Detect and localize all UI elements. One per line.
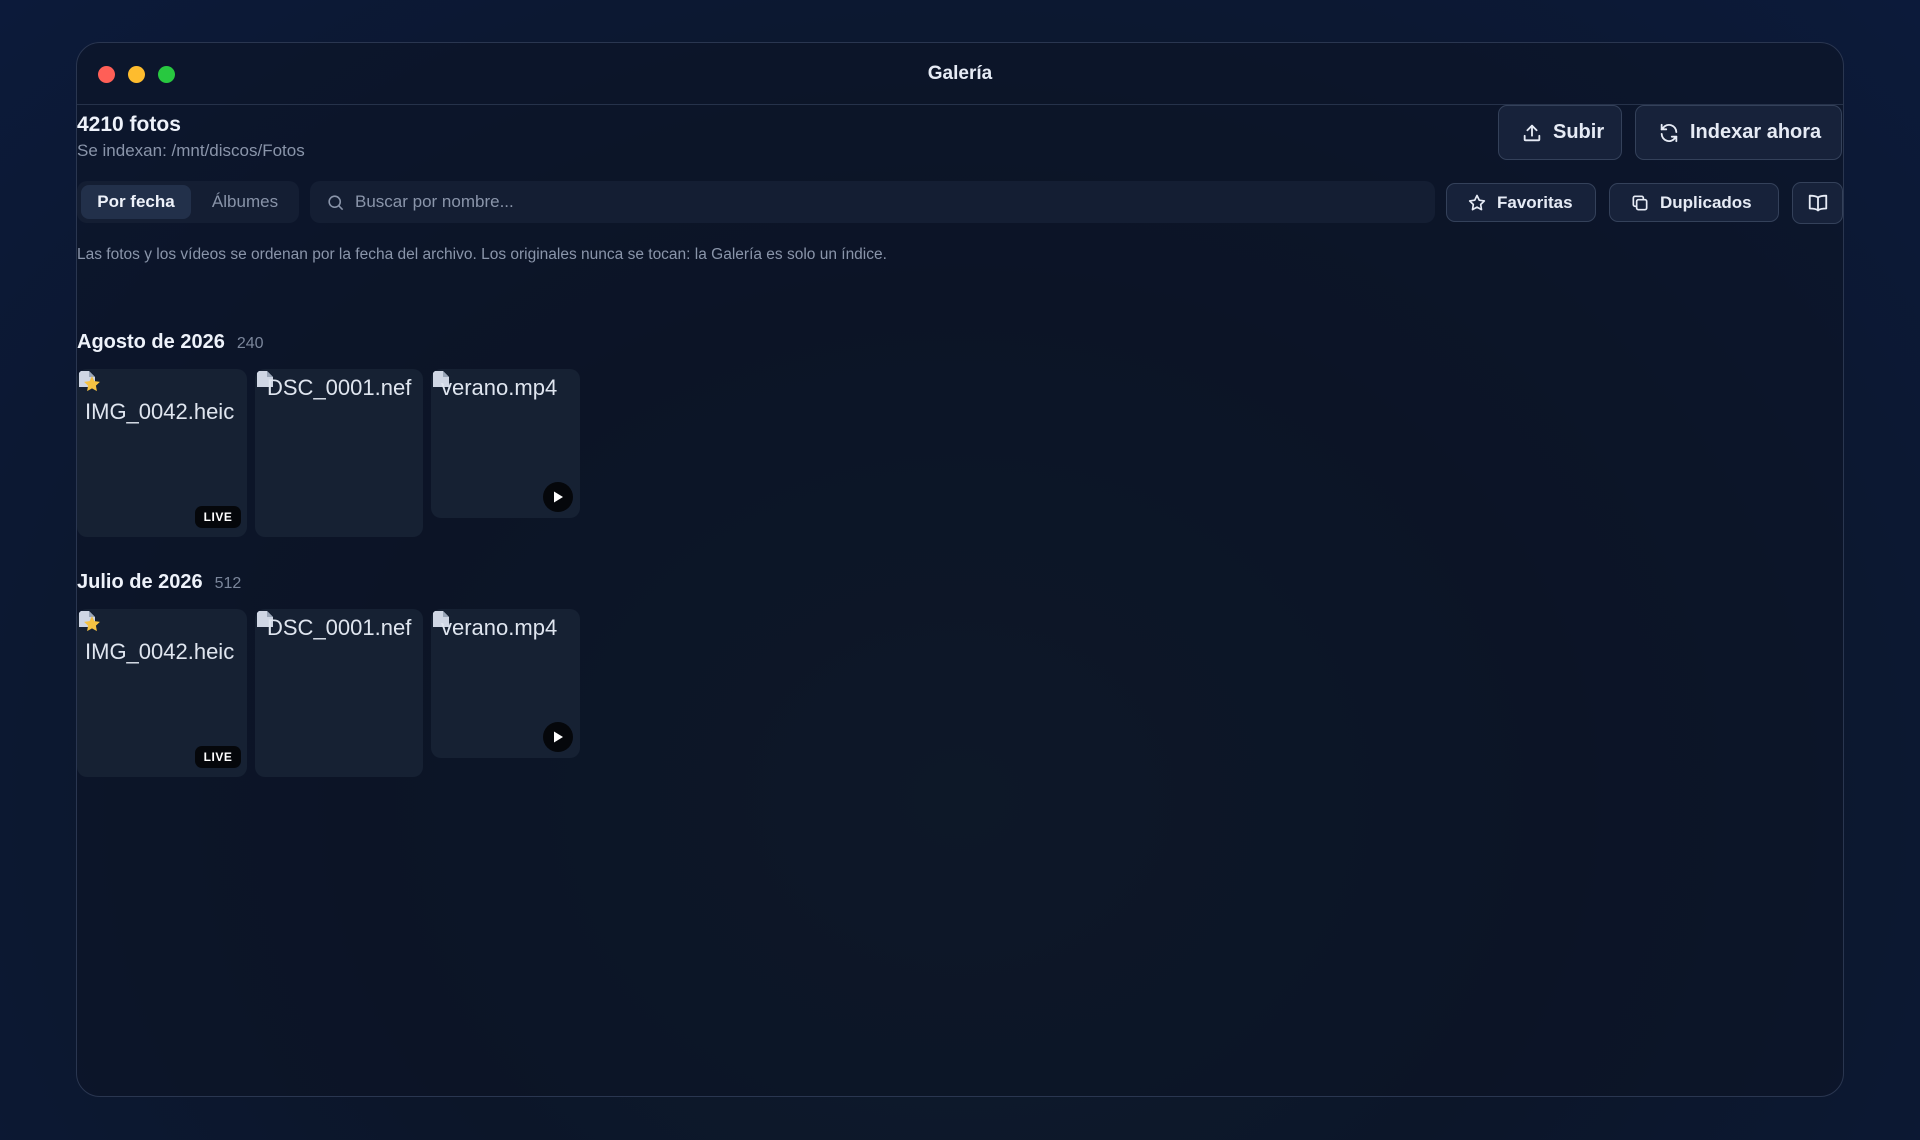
live-badge: LIVE [195,506,241,528]
ordering-notice: Las fotos y los vídeos se ordenan por la… [77,246,887,263]
photo-thumbnail[interactable]: IMG_0042.heic LIVE [77,369,247,537]
favorite-star-icon [84,616,100,632]
upload-icon [1523,124,1541,141]
play-icon [554,731,563,743]
thumbnail-filename: IMG_0042.heic [85,399,235,424]
video-thumbnail[interactable]: verano.mp4 [431,609,580,758]
play-badge [543,482,573,512]
video-thumbnail[interactable]: verano.mp4 [431,369,580,518]
favorites-label: Favoritas [1497,192,1573,212]
view-toggle-button[interactable] [1792,182,1843,224]
index-now-label: Indexar ahora [1690,121,1822,143]
star-icon [1468,194,1486,210]
section-count: 512 [214,575,242,592]
duplicates-label: Duplicados [1660,192,1752,212]
thumbnail-filename: verano.mp4 [441,615,558,640]
live-badge: LIVE [195,746,241,768]
thumbnail-filename: verano.mp4 [441,375,558,400]
thumbnail-filename: DSC_0001.nef [267,615,412,640]
favorites-button[interactable]: Favoritas [1446,183,1596,222]
photo-count-title: 4210 fotos [77,113,181,136]
photo-thumbnail[interactable]: DSC_0001.nef [255,369,423,537]
favorite-star-icon [84,376,100,392]
section-title: Julio de 2026 512 [77,571,241,594]
section-count: 240 [236,335,264,352]
section-title-text: Agosto de 2026 [77,331,225,353]
refresh-icon [1660,123,1678,142]
upload-button[interactable]: Subir [1498,105,1622,160]
thumbnail-filename: DSC_0001.nef [267,375,412,400]
index-path: Se indexan: /mnt/discos/Fotos [77,141,305,160]
copy-icon [1632,195,1648,210]
upload-label: Subir [1553,121,1605,143]
search-icon [328,194,344,210]
photo-thumbnail[interactable]: DSC_0001.nef [255,609,423,777]
play-icon [554,491,563,503]
tab-by-date[interactable]: Por fecha [81,185,191,219]
index-now-button[interactable]: Indexar ahora [1635,105,1842,160]
gallery-window: Galería 4210 fotos Se indexan: /mnt/disc… [76,42,1844,1097]
duplicates-button[interactable]: Duplicados [1609,183,1779,222]
tab-albums[interactable]: Álbumes [195,185,295,219]
section-title-text: Julio de 2026 [77,571,203,593]
photo-thumbnail[interactable]: IMG_0042.heic LIVE [77,609,247,777]
search-input[interactable] [355,192,1405,212]
view-tabs: Por fecha Álbumes [77,181,299,223]
book-icon [1808,194,1827,212]
play-badge [543,722,573,752]
thumbnail-filename: IMG_0042.heic [85,639,235,664]
search-box [310,181,1435,223]
section-title: Agosto de 2026 240 [77,331,264,354]
